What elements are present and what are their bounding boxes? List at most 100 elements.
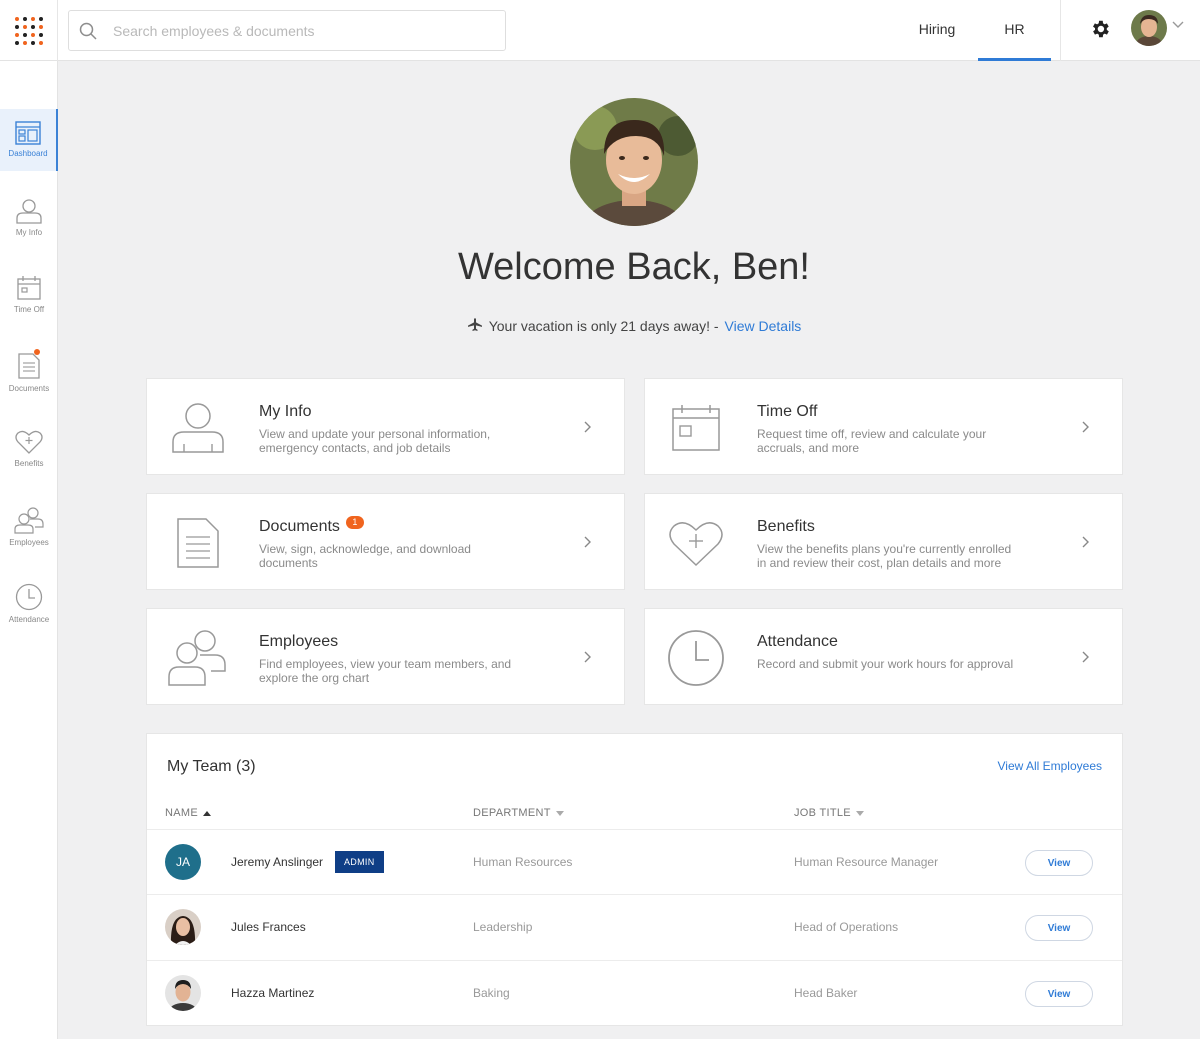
column-header-label: JOB TITLE [794,807,851,819]
people-icon [14,507,44,534]
card-title-text: My Info [259,403,312,420]
sidebar: Dashboard My Info Time Off Documents Ben… [0,61,58,1039]
card-description: View, sign, acknowledge, and download do… [259,542,471,570]
card-title-text: Benefits [757,518,815,535]
view-employee-button[interactable]: View [1025,981,1093,1007]
card-title-text: Documents [259,518,340,535]
avatar-initials: JA [175,855,190,869]
view-all-employees-link[interactable]: View All Employees [998,759,1103,773]
notification-badge: 1 [345,515,364,529]
top-bar: Hiring HR [0,0,1200,61]
sort-caret-down-icon [855,810,864,816]
card-description: View and update your personal informatio… [259,427,491,455]
card-title: Documents 1 [259,515,364,536]
column-header-label: DEPARTMENT [473,807,551,819]
gear-icon[interactable] [1089,18,1111,40]
sidebar-item-time-off[interactable]: Time Off [0,263,58,325]
user-avatar-image [1131,10,1167,46]
people-icon [168,630,226,686]
column-header-department[interactable]: DEPARTMENT [473,807,564,819]
card-title: My Info [259,403,311,421]
airplane-icon [467,318,482,331]
profile-photo [570,98,698,226]
avatar: JA [165,844,201,880]
card-description: Record and submit your work hours for ap… [757,657,1014,671]
view-employee-button[interactable]: View [1025,850,1093,876]
table-row: Jules Frances Leadership Head of Operati… [147,894,1122,960]
chevron-right-icon [584,421,591,433]
welcome-title: Welcome Back, Ben! [457,246,810,288]
card-icon-wrap [167,629,229,687]
tab-hr[interactable]: HR [978,0,1051,61]
card-icon-wrap [167,399,229,457]
sidebar-item-label: Employees [9,538,49,547]
notification-dot [34,349,40,355]
employee-department: Baking [473,986,510,1000]
chevron-down-icon[interactable] [1172,21,1184,29]
view-details-link[interactable]: View Details [725,318,802,334]
person-icon [172,403,224,453]
vacation-notice: Your vacation is only 21 days away! - Vi… [300,318,968,334]
card-icon-wrap [665,629,727,687]
card-description: View the benefits plans you're currently… [757,542,1012,570]
column-header-name[interactable]: NAME [165,807,211,819]
table-row: Hazza Martinez Baking Head Baker View [147,960,1122,1026]
profile-photo-image [570,98,698,226]
sidebar-item-label: My Info [15,228,43,237]
sidebar-item-dashboard[interactable]: Dashboard [0,109,58,171]
calendar-icon [17,276,41,300]
chevron-right-icon [1082,651,1089,663]
column-header-job-title[interactable]: JOB TITLE [794,807,864,819]
sidebar-item-documents[interactable]: Documents [0,340,58,402]
chevron-right-icon [1082,536,1089,548]
search-box[interactable] [68,10,506,51]
employee-name: Jeremy Anslinger [231,855,324,869]
card-title-text: Time Off [757,403,818,420]
card-icon-wrap [665,514,727,572]
card-title: Benefits [757,518,815,536]
chevron-right-icon [1082,421,1089,433]
card-title-text: Attendance [757,633,838,650]
card-description: Request time off, review and calculate y… [757,427,987,455]
card-title: Time Off [757,403,817,421]
sidebar-item-label: Documents [8,384,50,393]
search-input[interactable] [113,22,493,39]
card-description: Find employees, view your team members, … [259,657,512,685]
user-avatar[interactable] [1131,10,1167,46]
person-icon [16,199,42,224]
sidebar-item-my-info[interactable]: My Info [0,186,58,248]
document-icon [18,353,40,379]
chevron-right-icon [584,536,591,548]
employee-job-title: Human Resource Manager [794,855,939,869]
tab-hiring[interactable]: Hiring [905,0,969,61]
card-time-off[interactable]: Time Off Request time off, review and ca… [644,378,1123,475]
sidebar-item-label: Attendance [8,615,50,624]
topbar-divider [1060,0,1061,61]
table-row: JA Jeremy Anslinger ADMIN Human Resource… [147,829,1122,895]
avatar-image [165,975,201,1011]
employee-name: Jules Frances [231,920,306,934]
card-my-info[interactable]: My Info View and update your personal in… [146,378,625,475]
clock-icon [668,630,724,686]
sidebar-item-attendance[interactable]: Attendance [0,571,58,633]
card-attendance[interactable]: Attendance Record and submit your work h… [644,608,1123,705]
card-benefits[interactable]: Benefits View the benefits plans you're … [644,493,1123,590]
chevron-right-icon [584,651,591,663]
my-team-title: My Team (3) [167,758,256,775]
card-title-text: Employees [259,633,339,650]
clock-icon [15,583,43,611]
sidebar-item-employees[interactable]: Employees [0,494,58,556]
card-documents[interactable]: Documents 1 View, sign, acknowledge, and… [146,493,625,590]
sidebar-item-label: Benefits [14,459,44,468]
search-icon [79,22,97,40]
column-header-label: NAME [165,807,198,819]
heart-plus-icon [15,430,43,454]
card-employees[interactable]: Employees Find employees, view your team… [146,608,625,705]
card-title: Employees [259,633,338,651]
view-employee-button[interactable]: View [1025,915,1093,941]
card-icon-wrap [665,399,727,457]
app-logo[interactable] [0,0,58,61]
sidebar-item-benefits[interactable]: Benefits [0,417,58,479]
employee-job-title: Head of Operations [794,920,899,934]
logo-icon [14,16,43,45]
